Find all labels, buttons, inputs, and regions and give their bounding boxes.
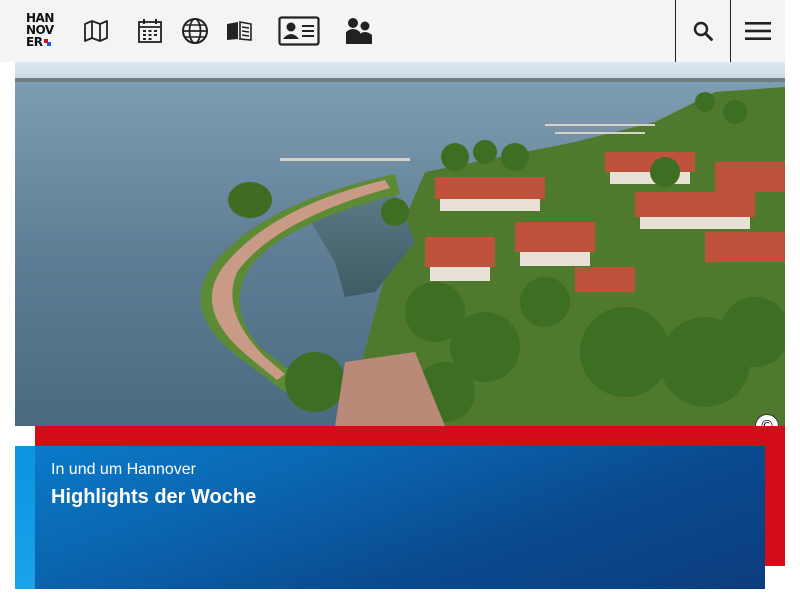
logo-line-3: ER — [26, 35, 43, 49]
map-icon[interactable] — [82, 14, 110, 48]
lake-town-photo — [15, 62, 785, 426]
book-icon[interactable] — [225, 14, 253, 48]
site-header: HAN NOV ER — [0, 0, 800, 62]
hannover-logo[interactable]: HAN NOV ER — [26, 12, 56, 50]
teaser-headline[interactable]: Highlights der Woche — [51, 486, 256, 509]
hero-image[interactable] — [15, 62, 785, 426]
search-button[interactable] — [676, 0, 730, 62]
teaser-accent-strip — [15, 446, 35, 589]
search-icon — [693, 21, 713, 41]
globe-icon[interactable] — [180, 14, 210, 48]
page-margin — [785, 0, 800, 600]
menu-button[interactable] — [731, 0, 785, 62]
teaser-kicker: In und um Hannover — [51, 461, 196, 478]
people-icon[interactable] — [343, 14, 375, 48]
hamburger-menu-icon — [745, 22, 771, 40]
calendar-icon[interactable] — [136, 14, 164, 48]
id-card-icon[interactable] — [277, 14, 321, 48]
logo-mark — [44, 39, 51, 46]
